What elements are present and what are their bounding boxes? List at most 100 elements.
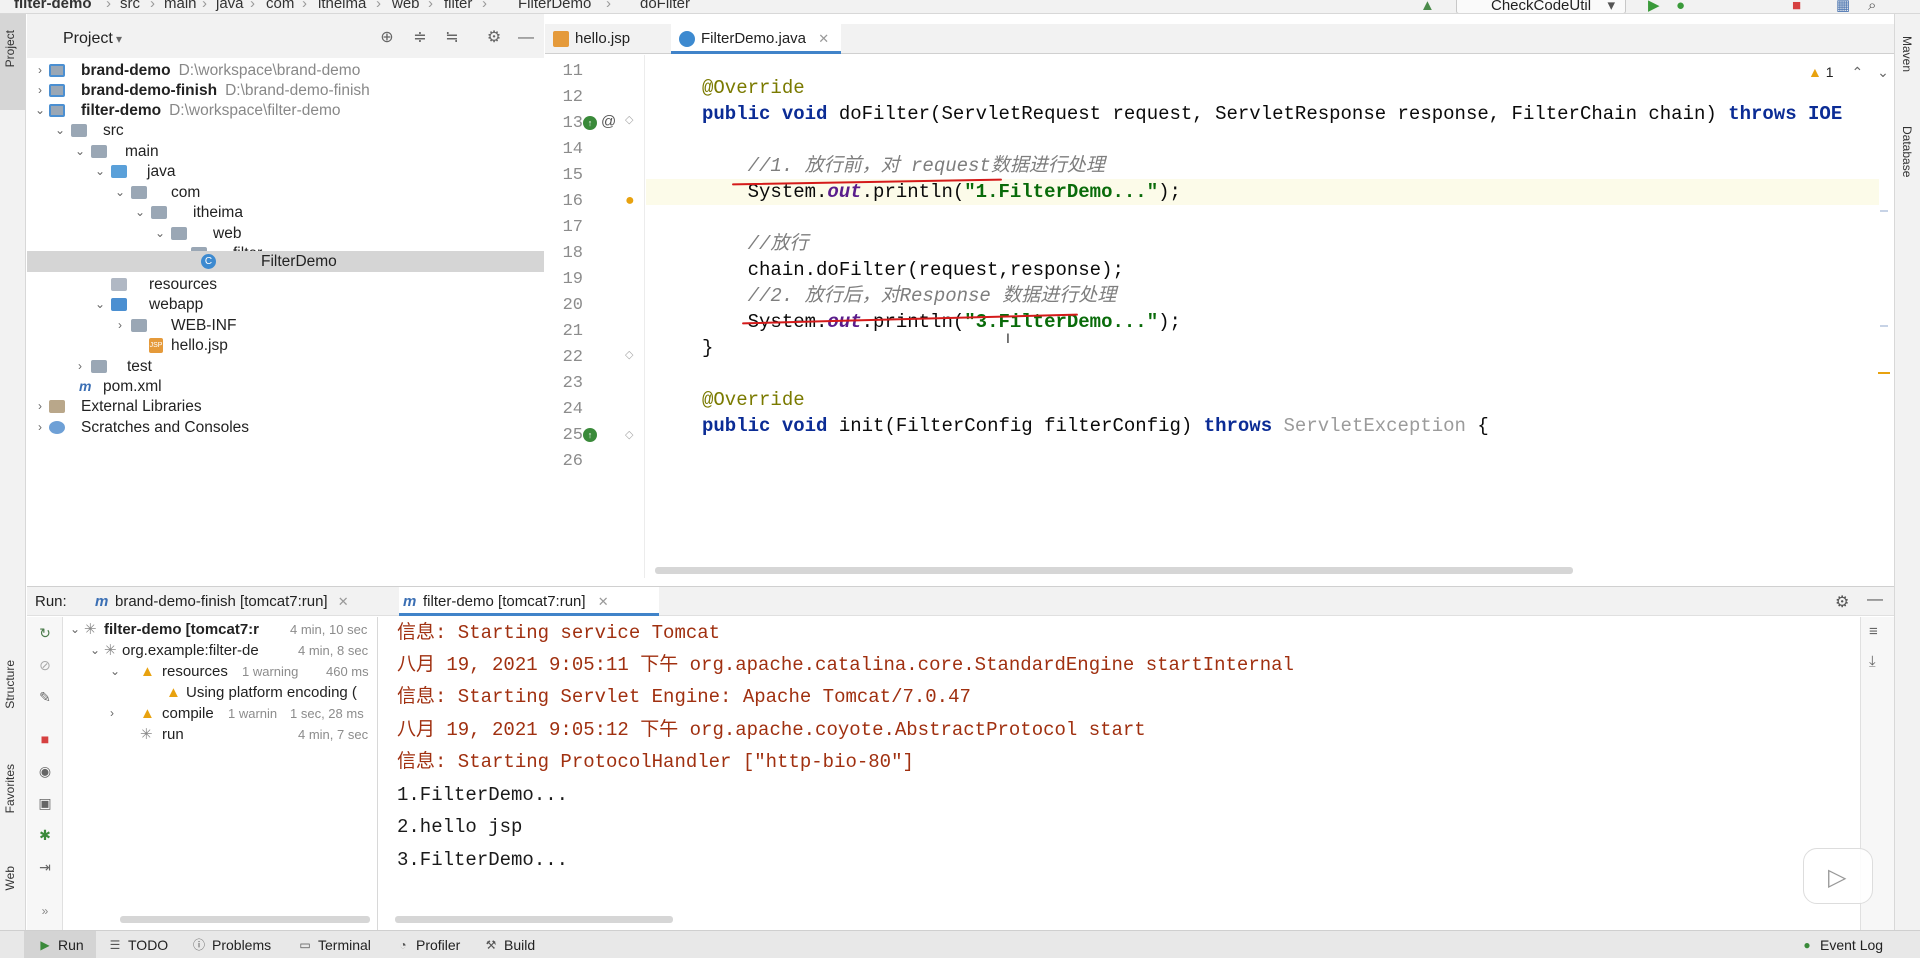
breadcrumb-com[interactable]: com [266, 0, 294, 11]
folder-icon [131, 319, 147, 332]
project-tool-tab[interactable]: Project [0, 14, 26, 110]
fold-marker-icon[interactable]: ◇ [625, 113, 633, 126]
breadcrumb-project[interactable]: filter-demo [14, 0, 92, 11]
camera-icon[interactable]: ▣ [37, 795, 53, 811]
code-editor[interactable]: @Override public void doFilter(ServletRe… [646, 55, 1879, 578]
expand-all-icon[interactable]: ≑ [411, 29, 429, 47]
package-icon [131, 186, 147, 199]
editor-horizontal-scrollbar[interactable] [655, 567, 1573, 574]
implements-method-icon[interactable]: ↑ [583, 116, 597, 130]
code-keyword: throws [1203, 415, 1273, 437]
web-tool-label[interactable]: Web [3, 866, 17, 890]
debug-icon[interactable]: ● [1676, 0, 1690, 13]
wrench-icon[interactable]: ✎ [37, 689, 53, 705]
stop-icon[interactable]: ■ [1792, 0, 1806, 13]
breadcrumb-main[interactable]: main [164, 0, 197, 11]
bottom-tab-todo[interactable]: ☰ TODO [108, 931, 169, 958]
breadcrumb-filter[interactable]: filter [444, 0, 472, 11]
close-tab-icon[interactable]: ✕ [598, 594, 609, 609]
maven-file-icon: m [79, 378, 92, 394]
eye-icon[interactable]: ◉ [37, 763, 53, 779]
event-log-button[interactable]: ● Event Log [1800, 931, 1883, 958]
bottom-tab-label: Profiler [416, 937, 461, 953]
run-icon: ▶ [40, 938, 50, 952]
run-tab-brand-demo-finish[interactable]: m brand-demo-finish [tomcat7:run] ✕ [93, 587, 393, 616]
breadcrumb-method[interactable]: doFilter [640, 0, 690, 11]
bottom-tab-problems[interactable]: ⓘ Problems [192, 931, 271, 958]
inspection-warning-indicator[interactable]: ▲ 1 ⌃ ⌄ [1808, 64, 1889, 81]
warning-icon: ▲ [1808, 64, 1822, 80]
scroll-to-end-icon[interactable]: ⤓ [1869, 653, 1876, 670]
favorites-tool-label[interactable]: Favorites [3, 764, 17, 813]
console-horizontal-scrollbar[interactable] [395, 916, 673, 923]
rerun-icon[interactable]: ↻ [37, 625, 53, 641]
bottom-tab-label: Terminal [318, 937, 371, 953]
tree-item-filterdemo-class[interactable]: C FilterDemo [27, 251, 544, 272]
line-number: 11 [562, 62, 583, 81]
close-tab-icon[interactable]: ✕ [338, 594, 349, 609]
fold-marker-icon[interactable]: ◇ [625, 428, 633, 441]
bottom-tab-run[interactable]: ▶ Run [24, 931, 96, 958]
build-hammer-icon[interactable]: ▲ [1420, 0, 1435, 13]
run-tree-horizontal-scrollbar[interactable] [120, 916, 370, 923]
close-tab-icon[interactable]: ✕ [818, 31, 829, 46]
settings-gear-icon[interactable]: ⚙ [1835, 592, 1849, 612]
fold-marker-icon[interactable]: ◇ [625, 348, 633, 361]
tab-label: hello.jsp [575, 30, 631, 47]
breadcrumb-web[interactable]: web [392, 0, 420, 11]
chevron-right-icon[interactable]: › [33, 415, 47, 440]
locate-file-icon[interactable]: ⊕ [378, 29, 396, 47]
maven-tool-label[interactable]: Maven [1900, 36, 1914, 72]
bottom-tab-build[interactable]: ⚒ Build [484, 931, 536, 958]
lightbulb-intention-icon[interactable]: ● [625, 192, 635, 210]
implements-method-icon[interactable]: ↑ [583, 428, 597, 442]
chevron-up-icon[interactable]: ⌃ [1851, 64, 1863, 80]
breadcrumb-separator: › [376, 0, 381, 12]
bottom-tab-profiler[interactable]: ◔ Profiler [396, 931, 460, 958]
run-tab-label: brand-demo-finish [tomcat7:run] [115, 593, 328, 610]
chevron-down-icon[interactable]: ▾ [110, 30, 128, 48]
line-number: 12 [562, 88, 583, 107]
breadcrumb-itheima[interactable]: itheima [318, 0, 366, 11]
project-structure-icon[interactable]: ▦ [1836, 0, 1850, 13]
code-keyword: public [702, 415, 771, 437]
code-text: } [702, 337, 714, 359]
run-console-output[interactable]: 信息: Starting service Tomcat 八月 19, 2021 … [379, 617, 1879, 930]
soft-wrap-icon[interactable]: ≡ [1869, 623, 1878, 640]
tree-item-scratches[interactable]: › Scratches and Consoles [27, 415, 544, 440]
run-tree-label: run [162, 726, 184, 743]
run-configuration-select[interactable]: CheckCodeUtil ▾ [1456, 0, 1626, 14]
tab-filterdemo-java[interactable]: FilterDemo.java ✕ [671, 24, 841, 54]
breadcrumb-class[interactable]: FilterDemo [518, 0, 591, 11]
run-tree-item[interactable]: ✳ run 4 min, 7 sec [64, 722, 378, 747]
run-icon[interactable]: ▶ [1648, 0, 1662, 13]
run-tab-filter-demo[interactable]: m filter-demo [tomcat7:run] ✕ [399, 587, 659, 616]
bottom-tab-terminal[interactable]: ▭ Terminal [298, 931, 371, 958]
project-panel-title[interactable]: Project [63, 30, 113, 48]
settings-gear-icon[interactable]: ⚙ [485, 29, 503, 47]
hide-panel-icon[interactable]: — [1867, 591, 1883, 609]
collapse-all-icon[interactable]: ≒ [443, 29, 461, 47]
debug-tool-icon[interactable]: ✱ [37, 827, 53, 843]
jsp-file-icon: JSP [149, 338, 163, 353]
pin-icon[interactable]: ⊘ [37, 657, 53, 673]
code-annotation: @Override [702, 389, 805, 411]
hide-panel-icon[interactable]: — [517, 29, 535, 47]
tab-hello-jsp[interactable]: hello.jsp [545, 24, 641, 54]
exit-icon[interactable]: ⇥ [37, 859, 53, 875]
search-everywhere-icon[interactable]: ⌕ [1868, 0, 1882, 13]
database-tool-label[interactable]: Database [1900, 126, 1914, 177]
stop-icon[interactable]: ■ [37, 731, 53, 747]
video-play-button[interactable]: ▷ [1803, 848, 1873, 904]
override-annotation-icon[interactable]: @ [601, 113, 616, 130]
line-number: 21 [562, 322, 583, 341]
more-icon[interactable]: » [37, 903, 53, 919]
structure-tool-label[interactable]: Structure [3, 660, 17, 709]
code-string: "1.FilterDemo..." [964, 181, 1159, 203]
breadcrumb-java[interactable]: java [216, 0, 244, 11]
java-class-icon [679, 31, 695, 47]
console-line: 信息: Starting Servlet Engine: Apache Tomc… [397, 686, 971, 708]
run-configuration-label: CheckCodeUtil [1491, 0, 1592, 14]
editor-marker-stripe[interactable] [1878, 60, 1890, 560]
breadcrumb-src[interactable]: src [120, 0, 140, 11]
